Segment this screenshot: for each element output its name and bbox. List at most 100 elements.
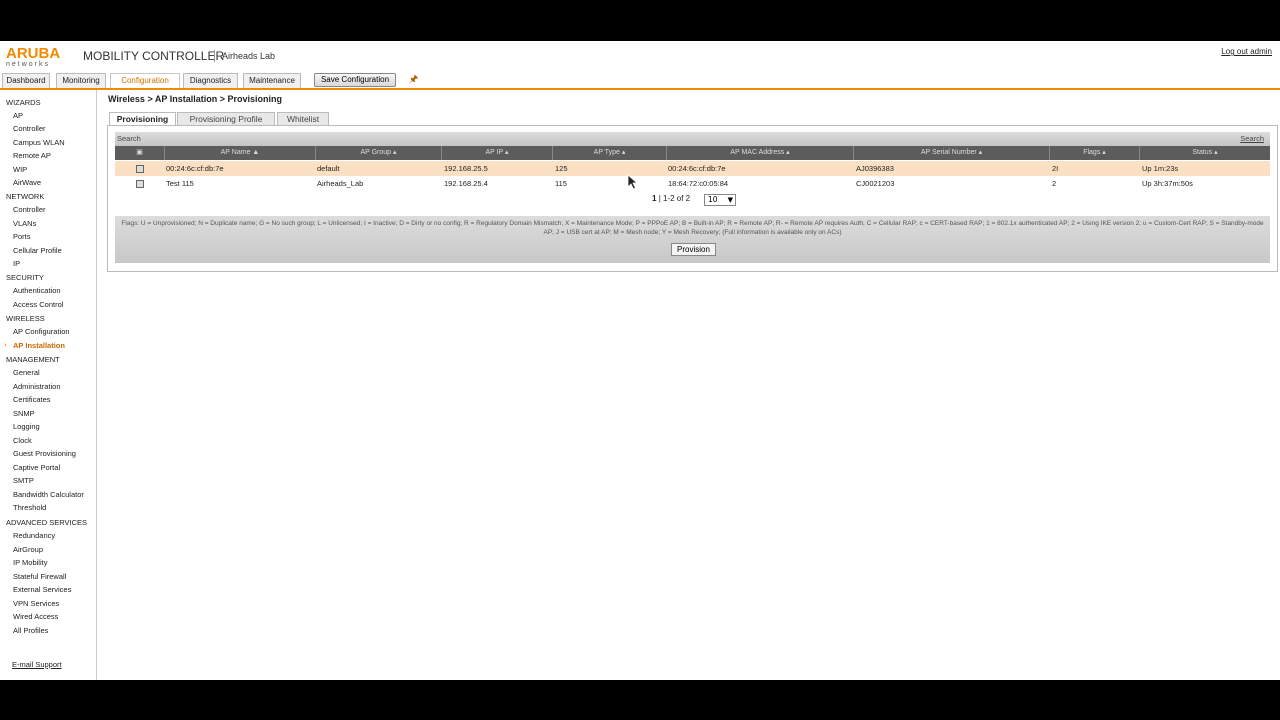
cell-flags: 2 bbox=[1052, 179, 1057, 188]
column-flags-label: Flags bbox=[1083, 149, 1101, 156]
sidebar-item-guest-provisioning[interactable]: Guest Provisioning bbox=[13, 449, 76, 458]
sidebar-item-campus-wlan[interactable]: Campus WLAN bbox=[13, 138, 65, 147]
column-ap-type[interactable]: AP Type ▴ bbox=[553, 146, 667, 160]
cell-ap-ip: 192.168.25.4 bbox=[444, 179, 488, 188]
table-row[interactable]: Test 115 Airheads_Lab 192.168.25.4 115 1… bbox=[115, 176, 1270, 191]
sidebar-item-ip[interactable]: IP bbox=[13, 259, 20, 268]
sidebar-item-wip[interactable]: WIP bbox=[13, 165, 27, 174]
sidebar-item-airgroup[interactable]: AirGroup bbox=[13, 545, 43, 554]
sidebar-item-airwave[interactable]: AirWave bbox=[13, 178, 41, 187]
sidebar-section-wizards: WIZARDS bbox=[6, 98, 41, 107]
row-checkbox[interactable] bbox=[136, 165, 144, 173]
sidebar-item-cellular-profile[interactable]: Cellular Profile bbox=[13, 246, 62, 255]
cell-ap-group: Airheads_Lab bbox=[317, 179, 364, 188]
cell-ap-type: 115 bbox=[555, 179, 567, 188]
cell-ap-serial: CJ0021203 bbox=[856, 179, 895, 188]
per-page-select[interactable]: 10 ▼ bbox=[704, 194, 736, 206]
tab-configuration[interactable]: Configuration bbox=[110, 73, 180, 88]
flags-legend-text: Flags: U = Unprovisioned; N = Duplicate … bbox=[121, 220, 1264, 236]
column-status[interactable]: Status ▴ bbox=[1140, 146, 1270, 160]
cell-ap-name: Test 115 bbox=[166, 179, 194, 188]
sidebar-item-external-services[interactable]: External Services bbox=[13, 585, 71, 594]
column-ap-mac[interactable]: AP MAC Address ▴ bbox=[667, 146, 854, 160]
sidebar-item-general[interactable]: General bbox=[13, 368, 40, 377]
cell-status: Up 1m:23s bbox=[1142, 164, 1179, 173]
column-flags[interactable]: Flags ▴ bbox=[1050, 146, 1140, 160]
tab-maintenance[interactable]: Maintenance bbox=[243, 73, 301, 88]
chevron-down-icon: ▼ bbox=[727, 196, 733, 204]
cell-ap-mac: 18:64:72:c0:05:84 bbox=[668, 179, 729, 188]
table-row[interactable]: 00:24:6c:cf:db:7e default 192.168.25.5 1… bbox=[115, 161, 1270, 176]
per-page-value: 10 bbox=[708, 195, 718, 204]
column-ap-group-label: AP Group bbox=[360, 149, 392, 156]
column-status-label: Status bbox=[1192, 149, 1213, 156]
sidebar-item-vlans[interactable]: VLANs bbox=[13, 219, 36, 228]
column-ap-mac-label: AP MAC Address bbox=[730, 149, 785, 156]
sidebar-section-wireless: WIRELESS bbox=[6, 314, 45, 323]
sidebar-item-ap-configuration[interactable]: AP Configuration bbox=[13, 327, 70, 336]
sidebar-section-network: NETWORK bbox=[6, 192, 45, 201]
sidebar-item-ip-mobility[interactable]: IP Mobility bbox=[13, 558, 47, 567]
sidebar-item-controller-wizard[interactable]: Controller bbox=[13, 124, 46, 133]
header: ARUBA networks MOBILITY CONTROLLER Airhe… bbox=[0, 41, 1280, 71]
pagination: 1 | 1-2 of 2 bbox=[652, 194, 690, 203]
sidebar-item-access-control[interactable]: Access Control bbox=[13, 300, 63, 309]
sidebar: WIZARDS AP Controller Campus WLAN Remote… bbox=[0, 90, 97, 680]
column-ap-name-label: AP Name bbox=[220, 149, 251, 156]
cell-ap-mac: 00:24:6c:cf:db:7e bbox=[668, 164, 726, 173]
email-support-link[interactable]: E-mail Support bbox=[12, 660, 62, 669]
column-ap-group[interactable]: AP Group ▴ bbox=[316, 146, 442, 160]
sidebar-item-clock[interactable]: Clock bbox=[13, 436, 32, 445]
breadcrumb: Wireless > AP Installation > Provisionin… bbox=[108, 94, 282, 104]
column-ap-type-label: AP Type bbox=[593, 149, 620, 156]
location-name: Airheads Lab bbox=[222, 51, 276, 61]
active-item-caret-icon: › bbox=[4, 341, 7, 349]
column-ap-ip[interactable]: AP IP ▴ bbox=[442, 146, 553, 160]
pin-icon[interactable]: 🖈 bbox=[409, 72, 418, 89]
save-configuration-button[interactable]: Save Configuration bbox=[314, 73, 396, 87]
column-ap-serial-label: AP Serial Number bbox=[920, 149, 977, 156]
tab-dashboard[interactable]: Dashboard bbox=[2, 73, 50, 88]
select-all-checkbox[interactable]: ▣ bbox=[115, 146, 165, 160]
row-checkbox[interactable] bbox=[136, 180, 144, 188]
tab-diagnostics[interactable]: Diagnostics bbox=[183, 73, 238, 88]
sidebar-item-all-profiles[interactable]: All Profiles bbox=[13, 626, 48, 635]
sidebar-item-logging[interactable]: Logging bbox=[13, 422, 40, 431]
sidebar-item-redundancy[interactable]: Redundancy bbox=[13, 531, 55, 540]
sidebar-item-remote-ap[interactable]: Remote AP bbox=[13, 151, 51, 160]
sidebar-item-threshold[interactable]: Threshold bbox=[13, 503, 46, 512]
provision-button[interactable]: Provision bbox=[671, 243, 716, 256]
cell-status: Up 3h:37m:50s bbox=[1142, 179, 1193, 188]
sidebar-item-administration[interactable]: Administration bbox=[13, 382, 61, 391]
table-header: ▣ AP Name ▲ AP Group ▴ AP IP ▴ AP Type ▴… bbox=[115, 146, 1270, 160]
header-divider bbox=[214, 50, 215, 62]
sidebar-item-captive-portal[interactable]: Captive Portal bbox=[13, 463, 60, 472]
search-label: Search bbox=[117, 134, 141, 143]
sidebar-item-authentication[interactable]: Authentication bbox=[13, 286, 61, 295]
logo-subtext: networks bbox=[6, 61, 51, 68]
cell-flags: 2I bbox=[1052, 164, 1059, 173]
search-bar: Search Search bbox=[115, 132, 1270, 146]
column-ap-serial[interactable]: AP Serial Number ▴ bbox=[854, 146, 1050, 160]
sidebar-item-stateful-firewall[interactable]: Stateful Firewall bbox=[13, 572, 66, 581]
aruba-logo: ARUBA networks bbox=[6, 46, 66, 68]
sidebar-item-wired-access[interactable]: Wired Access bbox=[13, 612, 58, 621]
sidebar-item-ap-installation[interactable]: AP Installation bbox=[13, 341, 65, 350]
sidebar-item-ports[interactable]: Ports bbox=[13, 232, 31, 241]
sidebar-item-smtp[interactable]: SMTP bbox=[13, 476, 34, 485]
cell-ap-serial: AJ0396383 bbox=[856, 164, 894, 173]
column-ap-name[interactable]: AP Name ▲ bbox=[165, 146, 316, 160]
sidebar-item-bandwidth-calculator[interactable]: Bandwidth Calculator bbox=[13, 490, 84, 499]
sidebar-item-controller[interactable]: Controller bbox=[13, 205, 46, 214]
current-page[interactable]: 1 bbox=[652, 194, 656, 203]
sidebar-item-vpn-services[interactable]: VPN Services bbox=[13, 599, 59, 608]
cell-ap-type: 125 bbox=[555, 164, 568, 173]
sidebar-section-security: SECURITY bbox=[6, 273, 44, 282]
sidebar-item-certificates[interactable]: Certificates bbox=[13, 395, 51, 404]
sidebar-item-snmp[interactable]: SNMP bbox=[13, 409, 35, 418]
logo-text: ARUBA bbox=[6, 45, 61, 62]
tab-monitoring[interactable]: Monitoring bbox=[56, 73, 106, 88]
sidebar-item-ap-wizard[interactable]: AP bbox=[13, 111, 23, 120]
search-link[interactable]: Search bbox=[1240, 134, 1264, 143]
logout-link[interactable]: Log out admin bbox=[1221, 47, 1272, 56]
